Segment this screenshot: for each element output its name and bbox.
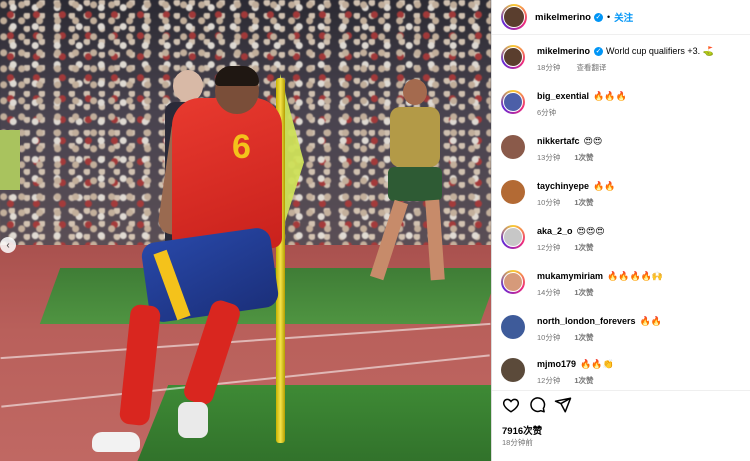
comment-text: 🔥🔥👏	[580, 359, 614, 369]
commenter-avatar[interactable]	[501, 358, 525, 382]
previous-photo-button[interactable]: ‹	[0, 237, 16, 253]
post-actions: 7916次赞 18分钟前	[492, 390, 750, 461]
comment-username[interactable]: big_exential	[537, 91, 589, 101]
follow-button[interactable]: 关注	[614, 10, 633, 24]
comment-time: 10分钟	[537, 333, 561, 342]
share-icon[interactable]	[554, 396, 572, 414]
comment-likes[interactable]: 1次赞	[574, 198, 593, 207]
comment-time: 12分钟	[537, 243, 561, 252]
caption-row: mikelmerino ✓ World cup qualifiers +3. ⛳ 1…	[501, 45, 746, 73]
comment-likes[interactable]: 1次赞	[574, 288, 593, 297]
commenter-avatar[interactable]	[501, 270, 525, 294]
comment-text: 😍😍😍	[576, 226, 605, 236]
comment-text: 🔥🔥🔥	[593, 91, 627, 101]
caption-time: 18分钟	[537, 63, 561, 72]
list-item: nikkertafc 😍😍 13分钟 1次赞	[501, 135, 746, 163]
commenter-avatar[interactable]	[501, 90, 525, 114]
sideline-sign	[0, 130, 20, 190]
comment-likes[interactable]: 1次赞	[574, 153, 593, 162]
likes-count[interactable]: 7916次赞	[502, 423, 542, 437]
assistant-player	[369, 75, 450, 295]
comment-time: 12分钟	[537, 376, 561, 385]
list-item: big_exential 🔥🔥🔥 6分钟	[501, 90, 746, 118]
commenter-avatar[interactable]	[501, 135, 525, 159]
comment-icon[interactable]	[528, 396, 546, 414]
comment-text: 😍😍	[583, 136, 603, 146]
post-sidebar: mikelmerino ✓ • 关注 mikelmerino ✓ World cup…	[491, 0, 750, 461]
comment-text: 🔥🔥🔥🔥🙌	[607, 271, 664, 281]
caption-username[interactable]: mikelmerino	[537, 46, 590, 56]
post-photo[interactable]: 6 ‹	[0, 0, 491, 461]
comment-username[interactable]: mjmo179	[537, 359, 576, 369]
comment-time: 10分钟	[537, 198, 561, 207]
list-item: aka_2_o 😍😍😍 12分钟 1次赞	[501, 225, 746, 253]
chevron-left-icon: ‹	[6, 239, 10, 251]
post-header: mikelmerino ✓ • 关注	[492, 0, 750, 35]
comment-time: 6分钟	[537, 108, 557, 117]
jersey-number: 6	[232, 128, 251, 166]
list-item: mukamymiriam 🔥🔥🔥🔥🙌 14分钟 1次赞	[501, 270, 746, 298]
author-avatar[interactable]	[501, 4, 527, 30]
caption-text: World cup qualifiers +3. ⛳	[606, 46, 714, 56]
comment-likes[interactable]: 1次赞	[574, 376, 593, 385]
comment-username[interactable]: mukamymiriam	[537, 271, 603, 281]
verified-badge-icon: ✓	[593, 12, 603, 22]
comment-likes[interactable]: 1次赞	[574, 333, 593, 342]
comment-username[interactable]: nikkertafc	[537, 136, 580, 146]
verified-badge-icon: ✓	[594, 47, 604, 57]
comment-username[interactable]: north_london_forevers	[537, 316, 636, 326]
translate-link[interactable]: 查看翻译	[576, 63, 606, 72]
comment-text: 🔥🔥	[593, 181, 616, 191]
comment-time: 14分钟	[537, 288, 561, 297]
commenter-avatar[interactable]	[501, 225, 525, 249]
list-item: taychinyepe 🔥🔥 10分钟 1次赞	[501, 180, 746, 208]
post-timestamp: 18分钟前	[502, 438, 533, 447]
commenter-avatar[interactable]	[501, 315, 525, 339]
commenter-avatar[interactable]	[501, 180, 525, 204]
author-avatar[interactable]	[501, 45, 525, 69]
comment-time: 13分钟	[537, 153, 561, 162]
comment-text: 🔥🔥	[639, 316, 662, 326]
heart-icon[interactable]	[502, 396, 520, 414]
comments-list: mikelmerino ✓ World cup qualifiers +3. ⛳ 1…	[492, 40, 750, 385]
list-item: north_london_forevers 🔥🔥 10分钟 1次赞	[501, 315, 746, 343]
comment-likes[interactable]: 1次赞	[574, 243, 593, 252]
comment-username[interactable]: taychinyepe	[537, 181, 589, 191]
separator-dot: •	[606, 12, 611, 22]
comment-username[interactable]: aka_2_o	[537, 226, 573, 236]
list-item: mjmo179 🔥🔥👏 12分钟 1次赞	[501, 358, 746, 385]
author-username[interactable]: mikelmerino	[535, 12, 591, 23]
